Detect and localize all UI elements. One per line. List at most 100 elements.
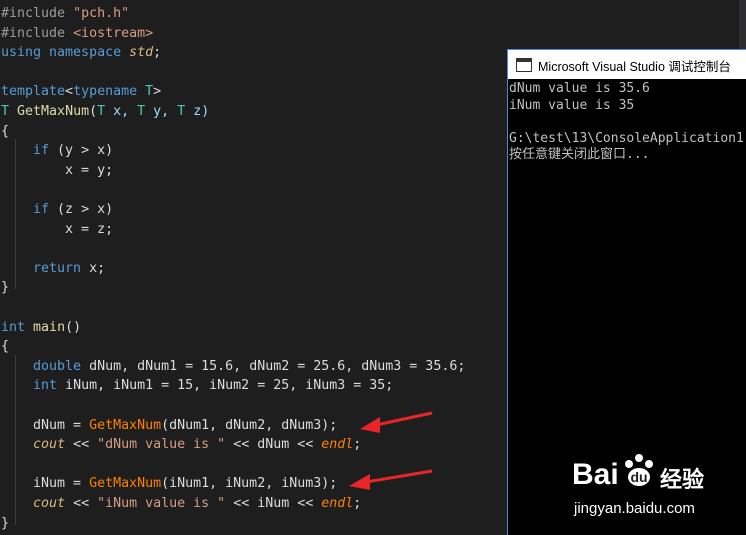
code-token: int [1,319,26,335]
code-token: x = y; [1,162,114,178]
code-token: (iNum1, iNum2, iNum3); [161,476,338,492]
code-token: "pch.h" [73,6,130,21]
baidu-jingyan-watermark: Bai du 经验 jingyan.baidu.com [572,452,742,530]
code-token: T [137,84,154,100]
code-token: GetMaxNum [89,476,162,492]
code-token: typename [73,84,138,100]
code-line[interactable]: cout << "iNum value is " << iNum << endl… [1,494,361,513]
code-line[interactable]: int main() [1,318,81,337]
code-line[interactable]: { [1,122,9,141]
code-line[interactable]: x = y; [1,161,113,180]
console-line: dNum value is 35.6 [509,81,650,96]
code-token: dNum, dNum1 = 15.6, dNum2 = 25.6, dNum3 … [81,358,466,374]
red-arrow-icon [349,469,433,490]
code-token: x; [81,260,106,276]
code-line[interactable]: cout << "dNum value is " << dNum << endl… [1,435,361,454]
code-token: cout [33,496,66,511]
code-line[interactable]: } [1,278,9,297]
red-arrow-icon [360,411,433,433]
console-title: Microsoft Visual Studio 调试控制台 [538,60,731,74]
code-line[interactable]: T GetMaxNum(T x, T y, T z) [1,102,209,121]
code-line[interactable]: { [1,337,9,356]
code-token: GetMaxNum [89,417,162,433]
code-token: (y > x) [49,143,114,159]
code-token: T [97,104,106,119]
code-token: "dNum value is " [97,437,226,453]
code-token: ; [153,45,162,61]
code-token: <iostream> [73,25,154,41]
console-line: 按任意键关闭此窗口... [509,147,650,162]
paw-icon: du [625,454,653,486]
code-line[interactable]: dNum = GetMaxNum(dNum1, dNum2, dNum3); [1,416,337,435]
code-token: iNum, iNum1 = 15, iNum2 = 25, iNum3 = 35… [57,378,394,394]
code-token: double [33,358,82,374]
code-token: template [1,84,66,100]
code-line[interactable]: iNum = GetMaxNum(iNum1, iNum2, iNum3); [1,474,337,493]
code-line[interactable]: if (z > x) [1,200,113,219]
code-line[interactable]: template<typename T> [1,82,161,101]
code-token: > [153,84,162,100]
code-line[interactable]: } [1,514,9,533]
code-token: ( [89,104,98,119]
code-token: z) [185,104,210,119]
console-window-icon [516,58,532,72]
code-token: { [1,123,10,139]
code-token: { [1,339,10,355]
code-line[interactable]: if (y > x) [1,141,113,160]
code-token: std [129,45,154,61]
code-line[interactable]: using namespace std; [1,43,161,62]
indent-guide [15,139,16,289]
code-token: << dNum << [225,437,322,453]
code-token: x, [105,104,138,119]
code-line[interactable]: #include <iostream> [1,24,153,43]
code-token: << iNum << [225,496,322,511]
code-token: cout [33,437,66,453]
console-title-bar[interactable]: Microsoft Visual Studio 调试控制台 [508,50,746,79]
svg-text:du: du [630,469,647,485]
code-token: return [33,260,82,276]
code-token: (z > x) [49,202,114,217]
console-output: dNum value is 35.6 iNum value is 35 G:\t… [509,81,746,164]
watermark-brand-cn: 经验 [660,467,705,492]
code-token: ; [353,437,362,453]
code-token: "iNum value is " [97,496,226,511]
code-token: namespace [41,45,130,61]
watermark-brand: Bai [572,458,619,491]
editor-scroll-strip [739,0,746,49]
watermark-url: jingyan.baidu.com [574,500,695,517]
code-token: T [1,104,10,119]
code-token: endl [321,437,354,453]
code-token: < [65,84,74,100]
code-token: x = z; [1,221,114,237]
code-token: ; [353,496,362,511]
code-token: } [1,280,10,296]
code-token: main [33,319,66,335]
code-token: y, [145,104,178,119]
code-token: GetMaxNum [17,104,90,119]
code-token: using [1,45,42,61]
console-line: iNum value is 35 [509,97,635,113]
code-line[interactable]: return x; [1,259,105,278]
code-token: } [1,515,10,531]
code-token: #include [1,25,74,41]
code-line[interactable]: int iNum, iNum1 = 15, iNum2 = 25, iNum3 … [1,376,393,395]
indent-guide [15,355,16,525]
code-token: () [65,319,82,335]
code-token: int [33,378,58,394]
code-token: << [65,437,98,453]
code-token: << [65,496,98,511]
code-token: (dNum1, dNum2, dNum3); [161,417,338,433]
code-line[interactable]: double dNum, dNum1 = 15.6, dNum2 = 25.6,… [1,357,465,376]
code-line[interactable]: x = z; [1,220,113,239]
code-line[interactable]: #include "pch.h" [1,4,129,23]
code-token: #include [1,6,74,21]
